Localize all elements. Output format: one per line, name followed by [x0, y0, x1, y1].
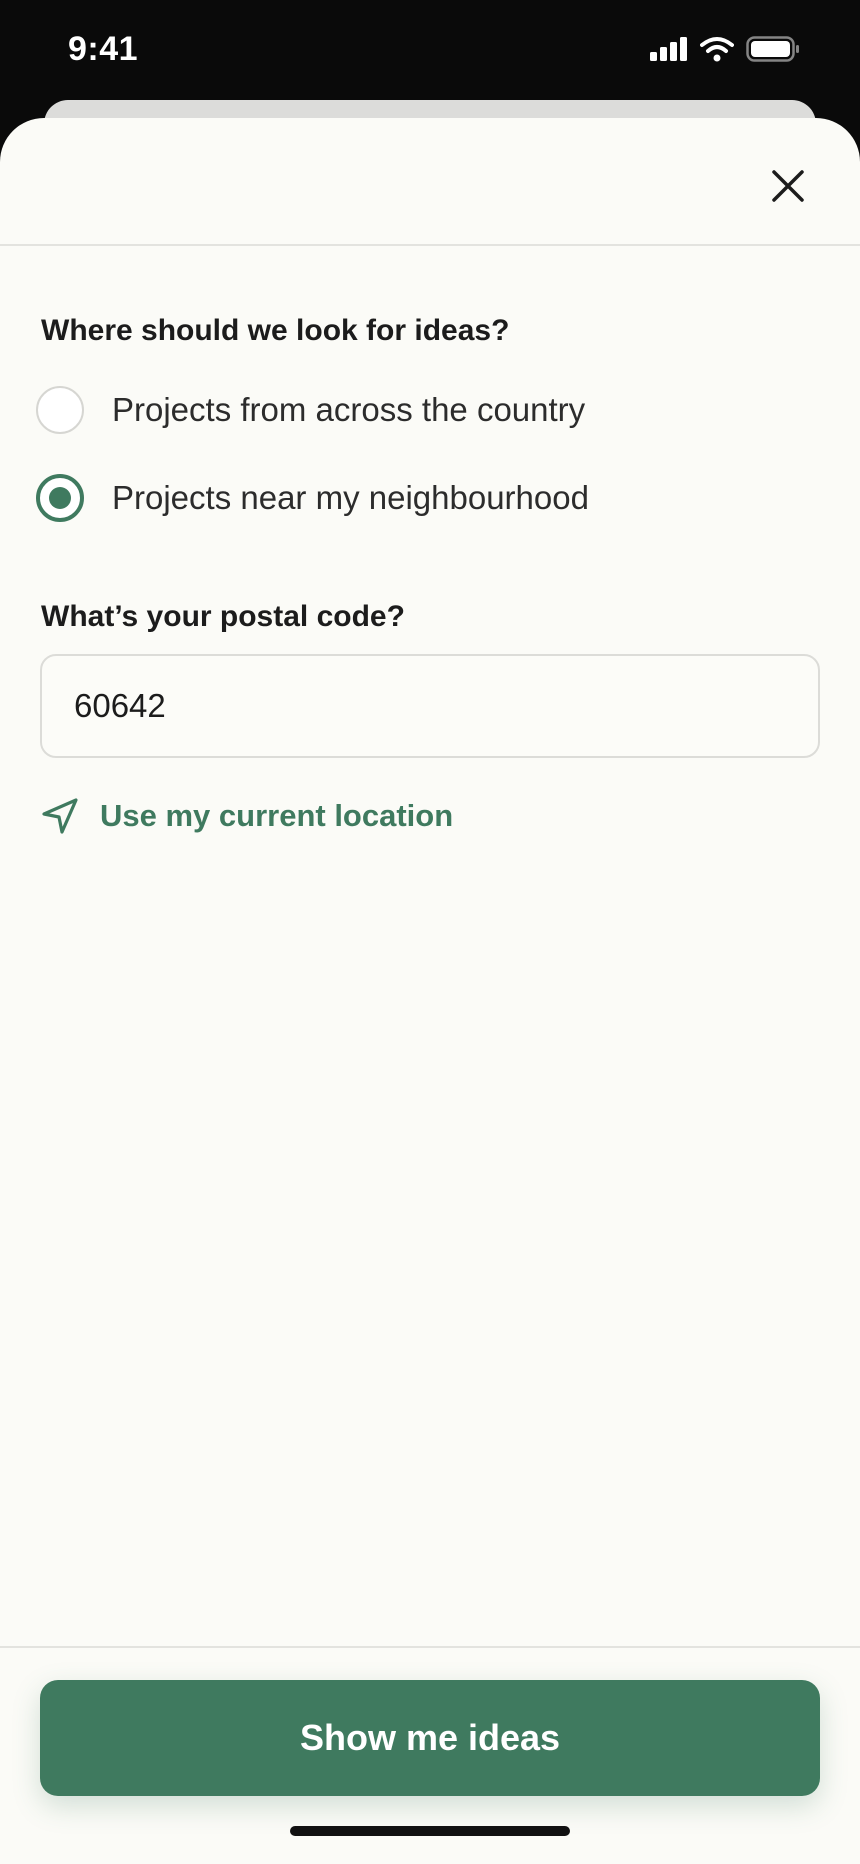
radio-selected[interactable] — [36, 474, 84, 522]
postal-question: What’s your postal code? — [41, 600, 405, 633]
phone-screen: 9:41 Where should we look for ideas? Pro… — [0, 0, 860, 1864]
use-current-location-link[interactable]: Use my current location — [40, 796, 453, 836]
home-indicator — [290, 1826, 570, 1836]
status-bar: 9:41 — [0, 0, 860, 100]
sheet-header — [0, 118, 860, 246]
radio-unselected[interactable] — [36, 386, 84, 434]
wifi-icon — [700, 37, 734, 62]
show-me-ideas-button[interactable]: Show me ideas — [40, 1680, 820, 1796]
location-question: Where should we look for ideas? — [41, 314, 510, 347]
filter-sheet: Where should we look for ideas? Projects… — [0, 118, 860, 1864]
close-icon — [772, 170, 804, 202]
option-across-country[interactable]: Projects from across the country — [36, 386, 585, 434]
close-button[interactable] — [760, 158, 816, 214]
postal-code-input[interactable] — [40, 654, 820, 758]
signal-icon — [650, 37, 687, 61]
use-location-label: Use my current location — [100, 798, 454, 833]
option-near-neighbourhood[interactable]: Projects near my neighbourhood — [36, 474, 589, 522]
status-time: 9:41 — [68, 30, 139, 68]
navigation-arrow-icon — [42, 798, 78, 834]
radio-dot — [49, 487, 71, 509]
battery-icon — [746, 36, 799, 62]
status-icons — [650, 36, 800, 62]
option-label: Projects from across the country — [112, 391, 586, 428]
footer-divider — [0, 1646, 860, 1648]
option-label: Projects near my neighbourhood — [112, 479, 589, 516]
